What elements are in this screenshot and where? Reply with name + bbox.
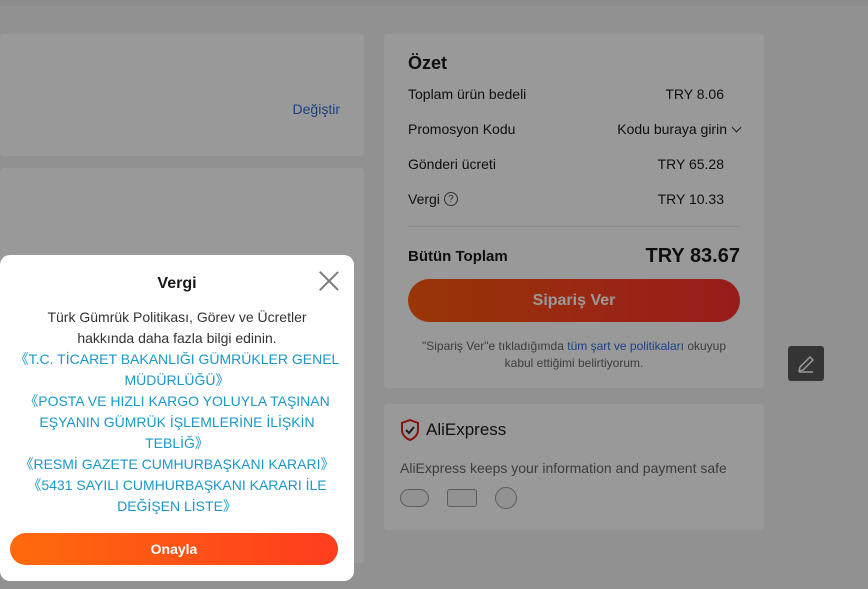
close-icon[interactable] <box>318 270 340 292</box>
customs-link[interactable]: 《RESMİ GAZETE CUMHURBAŞKANI KARARI》 <box>12 454 342 475</box>
tax-info-modal: Vergi Türk Gümrük Politikası, Görev ve Ü… <box>0 255 354 581</box>
modal-intro: Türk Gümrük Politikası, Görev ve Ücretle… <box>47 309 307 346</box>
customs-link[interactable]: 《POSTA VE HIZLI KARGO YOLUYLA TAŞINAN EŞ… <box>12 391 342 454</box>
customs-link[interactable]: 《5431 SAYILI CUMHURBAŞKANI KARARI İLE DE… <box>12 475 342 517</box>
modal-title: Vergi <box>157 275 197 292</box>
customs-links: 《T.C. TİCARET BAKANLIĞI GÜMRÜKLER GENEL … <box>12 349 342 517</box>
confirm-button[interactable]: Onayla <box>10 533 338 565</box>
customs-link[interactable]: 《T.C. TİCARET BAKANLIĞI GÜMRÜKLER GENEL … <box>12 349 342 391</box>
